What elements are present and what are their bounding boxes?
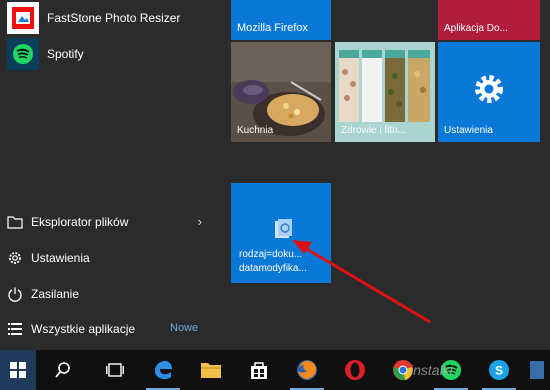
taskbar-opera[interactable] [332,350,378,390]
search-icon [55,362,70,378]
app-icon [530,361,544,379]
edge-icon [155,361,172,380]
watermark: instalki [410,362,453,378]
windows-icon [10,362,26,378]
annotation-arrow [292,240,431,324]
firefox-icon [297,360,317,380]
store-icon [251,362,267,379]
taskbar-extra[interactable] [524,350,550,390]
folder-icon [201,363,221,378]
task-view-icon [106,363,124,377]
opera-icon [345,360,365,380]
taskbar-explorer[interactable] [188,350,234,390]
start-button[interactable] [0,350,36,390]
start-menu: FastStone Photo Resizer Spotify Eksplora… [0,0,550,390]
search-button[interactable] [40,350,86,390]
taskbar-store[interactable] [236,350,282,390]
taskbar-edge[interactable] [140,350,186,390]
taskbar-firefox[interactable] [284,350,330,390]
task-view-button[interactable] [92,350,138,390]
